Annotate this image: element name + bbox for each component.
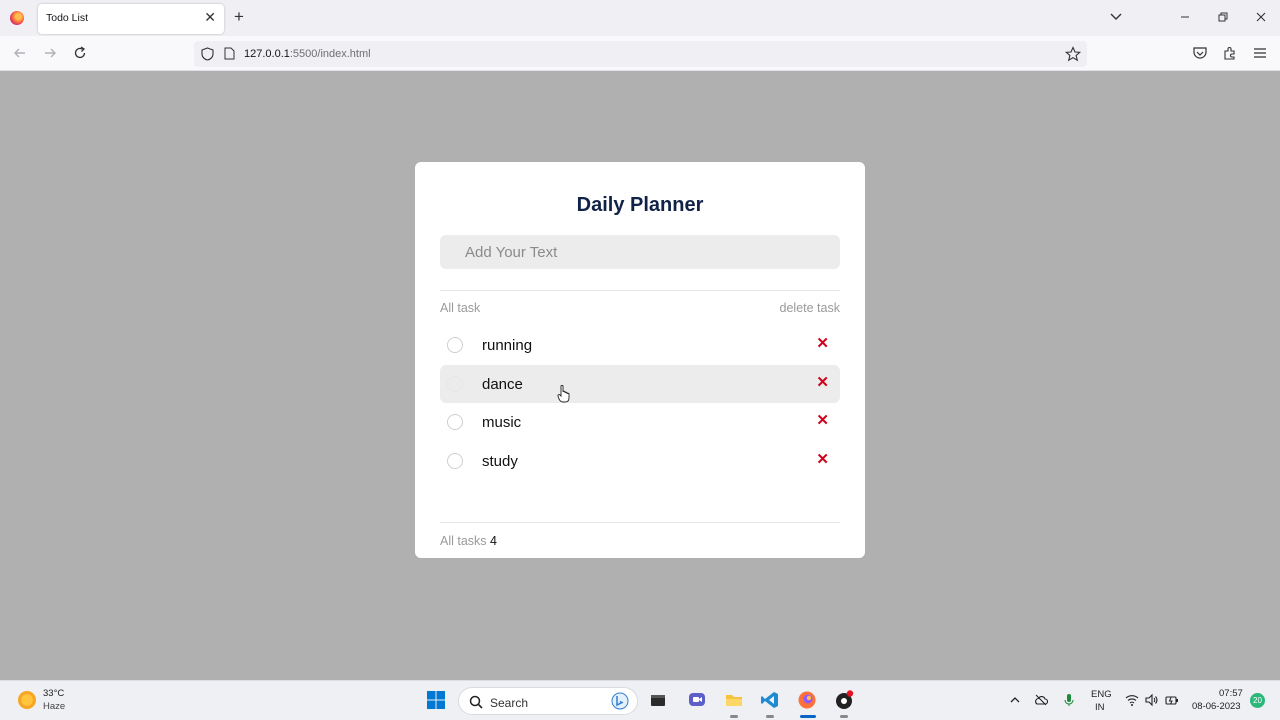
url-host: 127.0.0.1	[244, 48, 290, 60]
add-task-input[interactable]	[440, 235, 840, 269]
task-count-value: 4	[490, 534, 497, 548]
weather-condition[interactable]: Haze	[43, 701, 65, 712]
delete-icon[interactable]: ✕	[816, 374, 829, 392]
divider-bottom	[440, 522, 840, 523]
notification-badge[interactable]: 20	[1250, 693, 1265, 708]
reload-icon[interactable]	[72, 45, 88, 61]
bing-icon[interactable]	[611, 692, 629, 710]
page-title: Daily Planner	[576, 194, 704, 216]
teams-icon[interactable]	[687, 690, 707, 710]
delete-icon[interactable]: ✕	[816, 335, 829, 353]
clock-date[interactable]: 08-06-2023	[1192, 701, 1241, 712]
minimize-icon[interactable]	[1178, 10, 1192, 24]
task-count-label: All tasks	[440, 534, 487, 548]
microphone-icon[interactable]	[1062, 693, 1076, 707]
clock-time[interactable]: 07:57	[1219, 688, 1243, 699]
task-text: dance	[482, 376, 523, 393]
task-text: running	[482, 337, 533, 354]
url-bar[interactable]: 127.0.0.1:5500/index.html	[194, 41, 1087, 67]
tab-title: Todo List	[46, 12, 89, 24]
tab-close-button[interactable]: ✕	[204, 10, 216, 24]
restore-icon[interactable]	[1216, 10, 1230, 24]
weather-haze-icon[interactable]	[18, 691, 36, 709]
task-text: study	[482, 453, 518, 470]
file-manager-icon[interactable]	[648, 690, 668, 710]
url-path: :5500/index.html	[289, 48, 371, 60]
file-explorer-icon[interactable]	[724, 690, 744, 710]
task-item-study[interactable]: study ✕	[440, 442, 840, 480]
firefox-active-indicator	[800, 715, 816, 718]
todo-card: Daily Planner All task delete task runni…	[415, 162, 865, 558]
list-all-tabs-icon[interactable]	[1108, 10, 1124, 24]
task-checkbox[interactable]	[447, 453, 463, 469]
tab-todo-list[interactable]: Todo List ✕	[38, 4, 224, 34]
bookmark-star-icon[interactable]	[1065, 46, 1081, 62]
search-icon	[469, 695, 483, 709]
windows-start-icon[interactable]	[426, 690, 446, 710]
volume-icon[interactable]	[1145, 693, 1159, 707]
vscode-active-indicator	[766, 715, 774, 718]
back-icon[interactable]	[12, 45, 28, 61]
mouse-cursor-icon	[557, 385, 570, 403]
task-item-dance[interactable]: dance ✕	[440, 365, 840, 403]
task-item-running[interactable]: running ✕	[440, 326, 840, 364]
page-icon[interactable]	[224, 47, 235, 60]
language-primary[interactable]: ENG	[1091, 689, 1112, 700]
delete-task-label[interactable]: delete task	[780, 301, 840, 315]
browser-nav-bar: 127.0.0.1:5500/index.html	[0, 36, 1280, 71]
task-item-music[interactable]: music ✕	[440, 403, 840, 441]
weather-temperature[interactable]: 33°C	[43, 688, 64, 699]
task-checkbox[interactable]	[447, 414, 463, 430]
search-placeholder: Search	[490, 696, 529, 710]
divider-top	[440, 290, 840, 291]
obs-icon[interactable]	[834, 690, 854, 710]
taskbar: 33°C Haze Search ENG IN 07:57 08-06-2023…	[0, 680, 1280, 720]
delete-icon[interactable]: ✕	[816, 412, 829, 430]
close-window-icon[interactable]	[1254, 10, 1268, 24]
explorer-active-indicator	[730, 715, 738, 718]
firefox-icon[interactable]	[797, 690, 817, 710]
vscode-icon[interactable]	[760, 690, 780, 710]
new-tab-button[interactable]: +	[234, 8, 244, 26]
task-text: music	[482, 414, 522, 431]
forward-icon[interactable]	[42, 45, 58, 61]
task-count: All tasks 4	[440, 534, 497, 548]
taskbar-search[interactable]: Search	[458, 687, 638, 715]
extensions-icon[interactable]	[1222, 45, 1238, 61]
browser-tab-bar: Todo List ✕ +	[0, 0, 1280, 36]
url-text[interactable]: 127.0.0.1:5500/index.html	[244, 48, 371, 60]
wifi-icon[interactable]	[1125, 693, 1139, 707]
obs-active-indicator	[840, 715, 848, 718]
delete-icon[interactable]: ✕	[816, 451, 829, 469]
shield-icon[interactable]	[201, 47, 214, 61]
firefox-icon	[10, 11, 24, 25]
pocket-icon[interactable]	[1192, 45, 1208, 61]
onedrive-icon[interactable]	[1034, 693, 1048, 707]
language-secondary[interactable]: IN	[1095, 702, 1105, 713]
task-checkbox[interactable]	[447, 376, 463, 392]
all-task-label: All task	[440, 301, 481, 315]
battery-icon[interactable]	[1165, 693, 1179, 707]
chevron-up-icon[interactable]	[1008, 693, 1022, 707]
task-checkbox[interactable]	[447, 337, 463, 353]
menu-icon[interactable]	[1252, 45, 1268, 61]
